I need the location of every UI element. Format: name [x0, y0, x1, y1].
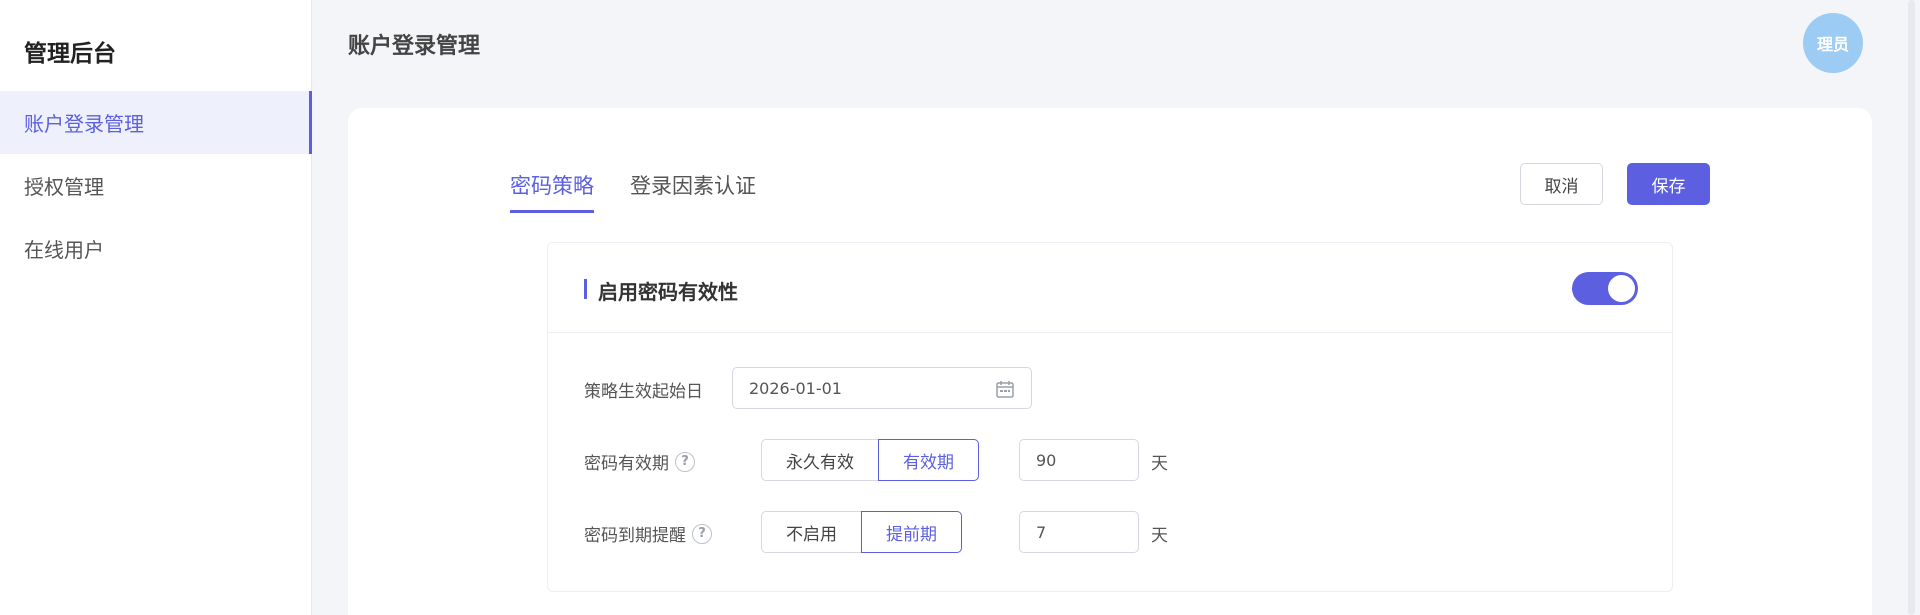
cancel-button[interactable]: 取消: [1520, 163, 1603, 205]
app: 管理后台 账户登录管理 授权管理 在线用户 账户登录管理 理员 密码策略 登录因…: [0, 0, 1920, 615]
active-tab-indicator: [510, 210, 594, 213]
validity-days-value: 90: [1036, 450, 1057, 470]
segment-validity-period[interactable]: 有效期: [878, 439, 979, 481]
panel-accent-bar: [584, 279, 587, 299]
sidebar: 管理后台 账户登录管理 授权管理 在线用户: [0, 0, 312, 615]
reminder-unit: 天: [1151, 526, 1168, 546]
sidebar-item-authorization[interactable]: 授权管理: [0, 154, 312, 217]
sidebar-item-account-login[interactable]: 账户登录管理: [0, 91, 312, 154]
scrollbar[interactable]: [1908, 0, 1915, 615]
help-icon[interactable]: ?: [692, 523, 712, 544]
start-date-value: 2026-01-01: [749, 378, 842, 398]
start-date-label: 策略生效起始日: [584, 377, 703, 402]
reminder-label-text: 密码到期提醒: [584, 526, 686, 546]
panel-header: 启用密码有效性: [548, 243, 1672, 333]
password-validity-toggle[interactable]: [1572, 272, 1638, 305]
app-title: 管理后台: [24, 41, 116, 67]
toggle-knob: [1608, 275, 1635, 302]
save-button[interactable]: 保存: [1627, 163, 1710, 205]
tab-login-factor-auth[interactable]: 登录因素认证: [630, 170, 756, 200]
sidebar-item-online-users[interactable]: 在线用户: [0, 217, 312, 280]
segment-permanent[interactable]: 永久有效: [761, 439, 879, 481]
reminder-days-input[interactable]: 7: [1019, 511, 1139, 553]
calendar-icon[interactable]: [995, 379, 1015, 403]
password-validity-panel: 启用密码有效性 策略生效起始日 2026-01-01 密码有效期 ? 永久有效 …: [547, 242, 1673, 592]
validity-unit: 天: [1151, 454, 1168, 474]
segment-advance-period[interactable]: 提前期: [861, 511, 962, 553]
reminder-label: 密码到期提醒 ?: [584, 521, 712, 546]
segment-disabled[interactable]: 不启用: [761, 511, 862, 553]
page-title: 账户登录管理: [348, 34, 481, 59]
help-icon[interactable]: ?: [675, 451, 695, 472]
reminder-days-value: 7: [1036, 522, 1047, 542]
validity-label-text: 密码有效期: [584, 454, 669, 474]
content-card: 密码策略 登录因素认证 取消 保存 启用密码有效性 策略生效起始日 2026-0…: [348, 108, 1872, 615]
start-date-input[interactable]: 2026-01-01: [732, 367, 1032, 409]
panel-title: 启用密码有效性: [598, 280, 738, 304]
validity-days-input[interactable]: 90: [1019, 439, 1139, 481]
tab-password-policy[interactable]: 密码策略: [510, 170, 594, 200]
avatar[interactable]: 理员: [1803, 13, 1863, 73]
validity-label: 密码有效期 ?: [584, 449, 695, 474]
start-date-label-text: 策略生效起始日: [584, 382, 703, 402]
